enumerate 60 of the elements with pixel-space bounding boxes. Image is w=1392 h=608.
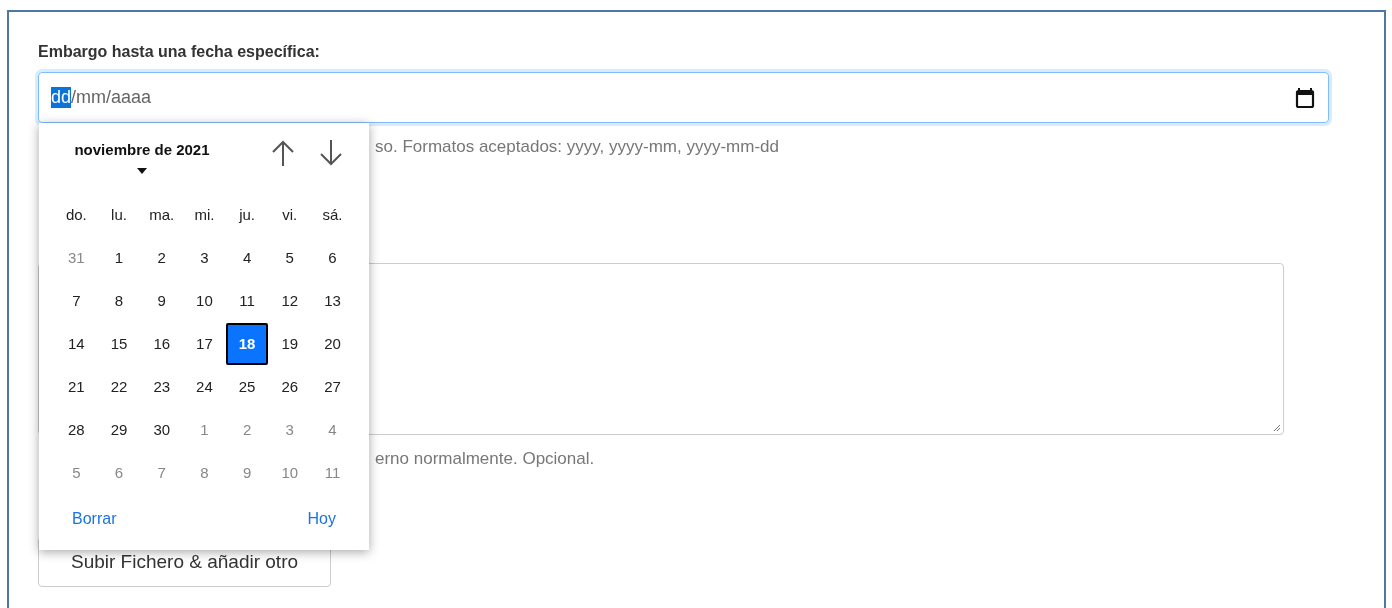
- calendar-day[interactable]: 15: [98, 322, 140, 365]
- calendar-day[interactable]: 13: [311, 279, 354, 322]
- help-text: so. Formatos aceptados: yyyy, yyyy-mm, yyyy-mm-dd: [375, 136, 779, 158]
- calendar-day[interactable]: 9: [226, 451, 268, 494]
- calendar-day[interactable]: 10: [268, 451, 311, 494]
- weekday-label: sá.: [321, 205, 344, 225]
- field-label: Embargo hasta una fecha específica:: [38, 42, 320, 62]
- calendar-day[interactable]: 5: [268, 236, 311, 279]
- calendar-day[interactable]: 14: [55, 322, 98, 365]
- calendar-day[interactable]: 4: [226, 236, 268, 279]
- calendar-day[interactable]: 4: [311, 408, 354, 451]
- calendar-day[interactable]: 3: [183, 236, 226, 279]
- calendar-day[interactable]: 1: [98, 236, 140, 279]
- clear-link[interactable]: Borrar: [72, 510, 117, 528]
- calendar-day[interactable]: 12: [268, 279, 311, 322]
- weekday-label: mi.: [193, 205, 216, 225]
- calendar-day[interactable]: 2: [140, 236, 183, 279]
- calendar-day[interactable]: 26: [268, 365, 311, 408]
- calendar-day[interactable]: 22: [98, 365, 140, 408]
- down-arrow-icon[interactable]: [317, 139, 345, 167]
- calendar-day[interactable]: 7: [140, 451, 183, 494]
- calendar-day[interactable]: 31: [55, 236, 98, 279]
- calendar-day[interactable]: 2: [226, 408, 268, 451]
- calendar-day[interactable]: 11: [226, 279, 268, 322]
- weekday-label: ma.: [148, 205, 176, 225]
- calendar-day[interactable]: 20: [311, 322, 354, 365]
- calendar-day[interactable]: 25: [226, 365, 268, 408]
- calendar-day[interactable]: 10: [183, 279, 226, 322]
- calendar-day[interactable]: 24: [183, 365, 226, 408]
- date-segment[interactable]: /mm/aaaa: [71, 87, 152, 108]
- calendar-day[interactable]: 8: [183, 451, 226, 494]
- calendar-day[interactable]: 30: [140, 408, 183, 451]
- month-title[interactable]: noviembre de 2021: [74, 139, 210, 161]
- calendar-day[interactable]: 29: [98, 408, 140, 451]
- calendar-day[interactable]: 28: [55, 408, 98, 451]
- calendar-day[interactable]: 23: [140, 365, 183, 408]
- weekday-label: lu.: [110, 205, 128, 225]
- calendar-day[interactable]: 1: [183, 408, 226, 451]
- weekday-label: vi.: [281, 205, 299, 225]
- today-link[interactable]: Hoy: [307, 510, 336, 528]
- calendar-day[interactable]: 5: [55, 451, 98, 494]
- calendar-day[interactable]: 7: [55, 279, 98, 322]
- calendar-day[interactable]: 18: [226, 322, 268, 365]
- calendar-day[interactable]: 11: [311, 451, 354, 494]
- resize-grip-icon[interactable]: [1271, 422, 1281, 432]
- weekday-label: do.: [64, 205, 88, 225]
- help-text: erno normalmente. Opcional.: [375, 448, 595, 470]
- calendar-day[interactable]: 9: [140, 279, 183, 322]
- calendar-day[interactable]: 27: [311, 365, 354, 408]
- calendar-day[interactable]: 16: [140, 322, 183, 365]
- calendar-day[interactable]: 21: [55, 365, 98, 408]
- calendar-icon[interactable]: [1294, 86, 1316, 109]
- calendar-day[interactable]: 8: [98, 279, 140, 322]
- weekday-label: ju.: [238, 205, 256, 225]
- calendar-day[interactable]: 17: [183, 322, 226, 365]
- calendar-day[interactable]: 19: [268, 322, 311, 365]
- caret-icon[interactable]: [136, 167, 148, 175]
- calendar-day[interactable]: 6: [311, 236, 354, 279]
- calendar-day[interactable]: 3: [268, 408, 311, 451]
- calendar-day[interactable]: 6: [98, 451, 140, 494]
